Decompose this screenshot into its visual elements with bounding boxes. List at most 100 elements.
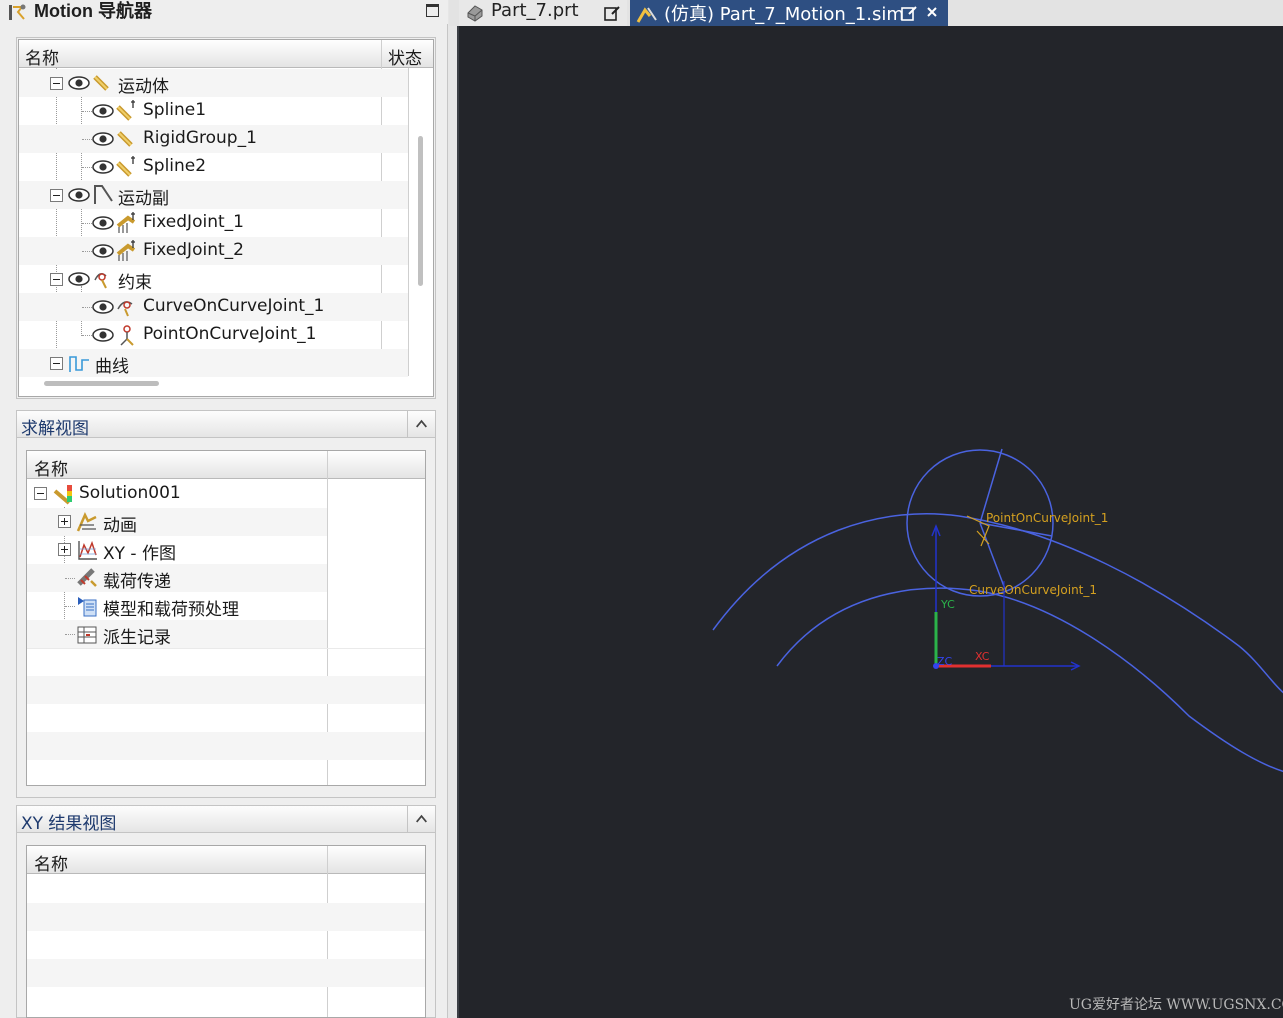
tree-item-spline2[interactable]: Spline2	[19, 153, 408, 181]
eye-icon[interactable]	[68, 188, 90, 202]
solution-item-derived-records[interactable]: 派生记录	[27, 620, 327, 648]
solution-view-title: 求解视图	[21, 419, 89, 439]
tree-item-fixedjoint1[interactable]: FixedJoint_1	[19, 209, 408, 237]
eye-icon[interactable]	[92, 160, 114, 174]
column-name[interactable]: 名称	[34, 850, 68, 875]
tree-group-joints[interactable]: 运动副	[19, 181, 408, 209]
expand-toggle[interactable]	[58, 543, 71, 556]
curve-icon	[69, 356, 89, 372]
yc-label: YC	[941, 598, 955, 611]
eye-icon[interactable]	[68, 272, 90, 286]
records-icon	[77, 626, 97, 644]
tree-label: Spline2	[143, 156, 207, 176]
solution-name: Solution001	[79, 483, 181, 503]
close-icon[interactable]	[926, 6, 938, 18]
xy-result-view-title: XY 结果视图	[21, 814, 117, 834]
eye-icon[interactable]	[92, 300, 114, 314]
collapse-up-icon[interactable]	[407, 806, 435, 832]
joint-icon	[94, 185, 113, 204]
eye-icon[interactable]	[92, 104, 114, 118]
outer-curve	[712, 513, 1283, 694]
solution-item-preprocess[interactable]: 模型和载荷预处理	[27, 592, 327, 620]
collapse-toggle[interactable]	[34, 487, 47, 500]
eye-icon[interactable]	[92, 328, 114, 342]
empty-row	[27, 875, 425, 903]
column-name[interactable]: 名称	[34, 455, 68, 480]
eye-icon[interactable]	[92, 132, 114, 146]
tree-column-header: 名称 状态	[19, 40, 433, 69]
load-transfer-icon	[77, 568, 97, 587]
zc-label: ZC	[937, 655, 953, 668]
tree-item-fixedjoint2[interactable]: FixedJoint_2	[19, 237, 408, 265]
motion-tree: 名称 状态 运动体 Spline1 RigidGroup_1 Spline2 运…	[18, 39, 434, 397]
solution-view-header[interactable]: 求解视图	[16, 410, 436, 439]
tree-label: RigidGroup_1	[143, 128, 257, 148]
xy-result-list: 名称	[26, 845, 426, 1018]
solution-icon	[53, 485, 72, 505]
tree-group-curves[interactable]: 曲线	[19, 349, 408, 377]
spline-body-icon	[116, 100, 135, 121]
tree-group-constraints[interactable]: 约束	[19, 265, 408, 293]
watermark: UG爱好者论坛 WWW.UGSNX.COM	[1069, 997, 1283, 1013]
graphics-viewport[interactable]: PointOnCurveJoint_1 CurveOnCurveJoint_1 …	[457, 26, 1283, 1018]
solution-tree: 名称 Solution001 动画 XY - 作图 载荷传递 模型和载荷预处理 …	[26, 450, 426, 786]
tree-label: PointOnCurveJoint_1	[143, 324, 317, 344]
tab-sim[interactable]: (仿真) Part_7_Motion_1.sim	[630, 0, 948, 26]
tab-label: (仿真) Part_7_Motion_1.sim	[664, 4, 904, 25]
eye-icon[interactable]	[68, 76, 90, 90]
collapse-toggle[interactable]	[50, 189, 63, 202]
collapse-up-icon[interactable]	[407, 411, 435, 437]
tree-item-pointoncurve[interactable]: PointOnCurveJoint_1	[19, 321, 408, 349]
tree-group-bodies[interactable]: 运动体	[19, 69, 408, 97]
solution-item-label: 派生记录	[103, 628, 171, 648]
xy-graph-icon	[78, 540, 97, 560]
xy-result-view-header[interactable]: XY 结果视图	[16, 805, 436, 834]
app-window: Motion 导航器 名称 状态 运动体 Spline1 RigidGroup_…	[0, 0, 1283, 1018]
collapse-toggle[interactable]	[50, 357, 63, 370]
motion-sim-icon	[636, 7, 657, 23]
xy-column-header: 名称	[27, 846, 425, 875]
curve-on-curve-label[interactable]: CurveOnCurveJoint_1	[969, 583, 1097, 597]
tree-line	[65, 634, 75, 635]
solution-item-animation[interactable]: 动画	[27, 508, 327, 536]
solution-column-header: 名称	[27, 451, 425, 480]
tab-part[interactable]: Part_7.prt	[459, 0, 627, 26]
fixed-joint-icon	[116, 212, 136, 233]
tree-label: FixedJoint_2	[143, 240, 244, 260]
rigid-group-icon	[117, 131, 133, 147]
preprocess-icon	[78, 597, 97, 617]
animation-icon	[76, 512, 97, 532]
eye-icon[interactable]	[92, 244, 114, 258]
empty-row	[27, 676, 425, 704]
empty-row	[27, 648, 425, 676]
point-on-curve-label[interactable]: PointOnCurveJoint_1	[986, 511, 1108, 525]
solution-item-xy-plot[interactable]: XY - 作图	[27, 536, 327, 564]
solution-item-load-transfer[interactable]: 载荷传递	[27, 564, 327, 592]
tree-line	[65, 606, 75, 607]
tree-label: Spline1	[143, 100, 207, 120]
empty-row	[27, 760, 425, 785]
maximize-button[interactable]	[426, 4, 439, 17]
tree-item-curveoncurve[interactable]: CurveOnCurveJoint_1	[19, 293, 408, 321]
tree-label: 运动副	[118, 189, 169, 209]
document-tabs: Part_7.prt (仿真) Part_7_Motion_1.sim	[449, 0, 1283, 26]
tree-label: 约束	[118, 273, 152, 293]
empty-row	[27, 732, 425, 760]
point-on-curve-icon	[120, 325, 134, 346]
empty-row	[27, 987, 425, 1015]
column-status[interactable]: 状态	[388, 44, 422, 69]
eye-icon[interactable]	[92, 216, 114, 230]
expand-toggle[interactable]	[58, 515, 71, 528]
empty-row	[27, 931, 425, 959]
tree-vertical-scrollbar[interactable]	[418, 136, 423, 286]
tree-horizontal-scrollbar[interactable]	[44, 381, 159, 386]
solution-root[interactable]: Solution001	[27, 480, 425, 508]
collapse-toggle[interactable]	[50, 77, 63, 90]
fixed-joint-icon	[116, 240, 136, 261]
column-name[interactable]: 名称	[25, 44, 59, 69]
collapse-toggle[interactable]	[50, 273, 63, 286]
modified-icon	[901, 6, 917, 21]
part-file-icon	[467, 5, 483, 22]
tree-item-rigidgroup[interactable]: RigidGroup_1	[19, 125, 408, 153]
tree-item-spline1[interactable]: Spline1	[19, 97, 408, 125]
